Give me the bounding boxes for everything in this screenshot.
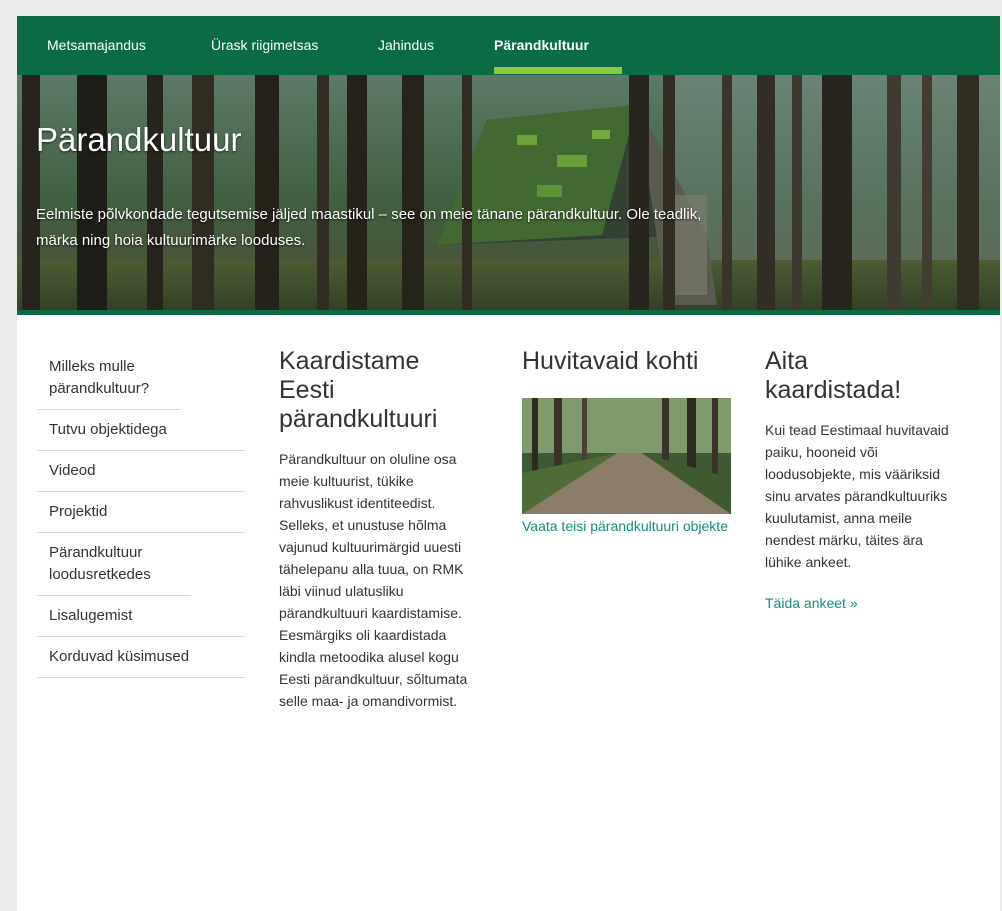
- nav-item-jahindus[interactable]: Jahindus: [378, 37, 434, 53]
- sidebar-navigation: Milleks mulle pärandkultuur? Tutvu objek…: [37, 347, 245, 678]
- mapping-body: Pärandkultuur on oluline osa meie kultuu…: [279, 451, 468, 709]
- mapping-title: Kaardistame Eesti pärandkultuuri: [279, 347, 438, 433]
- sidebar-item-tutvu-objektidega[interactable]: Tutvu objektidega: [37, 410, 245, 451]
- interesting-places-link[interactable]: Vaata teisi pärandkultuuri objekte: [522, 518, 728, 534]
- top-navigation: Metsamajandus Ürask riigimetsas Jahindus…: [17, 16, 1000, 75]
- sidebar-item-videod[interactable]: Videod: [37, 451, 245, 492]
- sidebar-item-lisalugemist[interactable]: Lisalugemist: [37, 596, 245, 637]
- fill-survey-link[interactable]: Täida ankeet »: [765, 592, 965, 614]
- page: Metsamajandus Ürask riigimetsas Jahindus…: [17, 16, 1000, 911]
- help-mapping-column: Aita kaardistada! Kui tead Eestimaal huv…: [765, 347, 965, 614]
- hero-text: Eelmiste põlvkondade tegutsemise jäljed …: [36, 206, 702, 249]
- sidebar-item-loodusretked[interactable]: Pärandkultuur loodusretkedes: [37, 533, 191, 596]
- sidebar-item-kkk[interactable]: Korduvad küsimused: [37, 637, 245, 678]
- forest-photo: [17, 75, 1000, 310]
- nav-item-parandkultuur[interactable]: Pärandkultuur: [494, 37, 589, 53]
- forest-road-photo[interactable]: [522, 398, 731, 514]
- hero-title: Pärandkultuur: [36, 121, 242, 158]
- nav-item-metsamajandus[interactable]: Metsamajandus: [47, 37, 146, 53]
- interesting-places-title: Huvitavaid kohti: [522, 347, 699, 375]
- interesting-places-link-wrap: Vaata teisi pärandkultuuri objekte: [522, 515, 732, 537]
- forest-road-image: [522, 398, 731, 514]
- help-mapping-title: Aita kaardistada!: [765, 347, 902, 404]
- nav-item-urask[interactable]: Ürask riigimetsas: [211, 37, 318, 53]
- hero-bottom-strip: [17, 310, 1000, 315]
- interesting-places-column: Huvitavaid kohti: [522, 347, 737, 376]
- sidebar-item-milleks[interactable]: Milleks mulle pärandkultuur?: [37, 347, 181, 410]
- mapping-column: Kaardistame Eesti pärandkultuuri Pärandk…: [279, 347, 489, 712]
- hero-banner: Pärandkultuur Eelmiste põlvkondade tegut…: [17, 75, 1000, 310]
- sidebar-item-projektid[interactable]: Projektid: [37, 492, 245, 533]
- active-nav-indicator: [494, 67, 622, 74]
- help-mapping-body: Kui tead Eestimaal huvitavaid paiku, hoo…: [765, 422, 949, 570]
